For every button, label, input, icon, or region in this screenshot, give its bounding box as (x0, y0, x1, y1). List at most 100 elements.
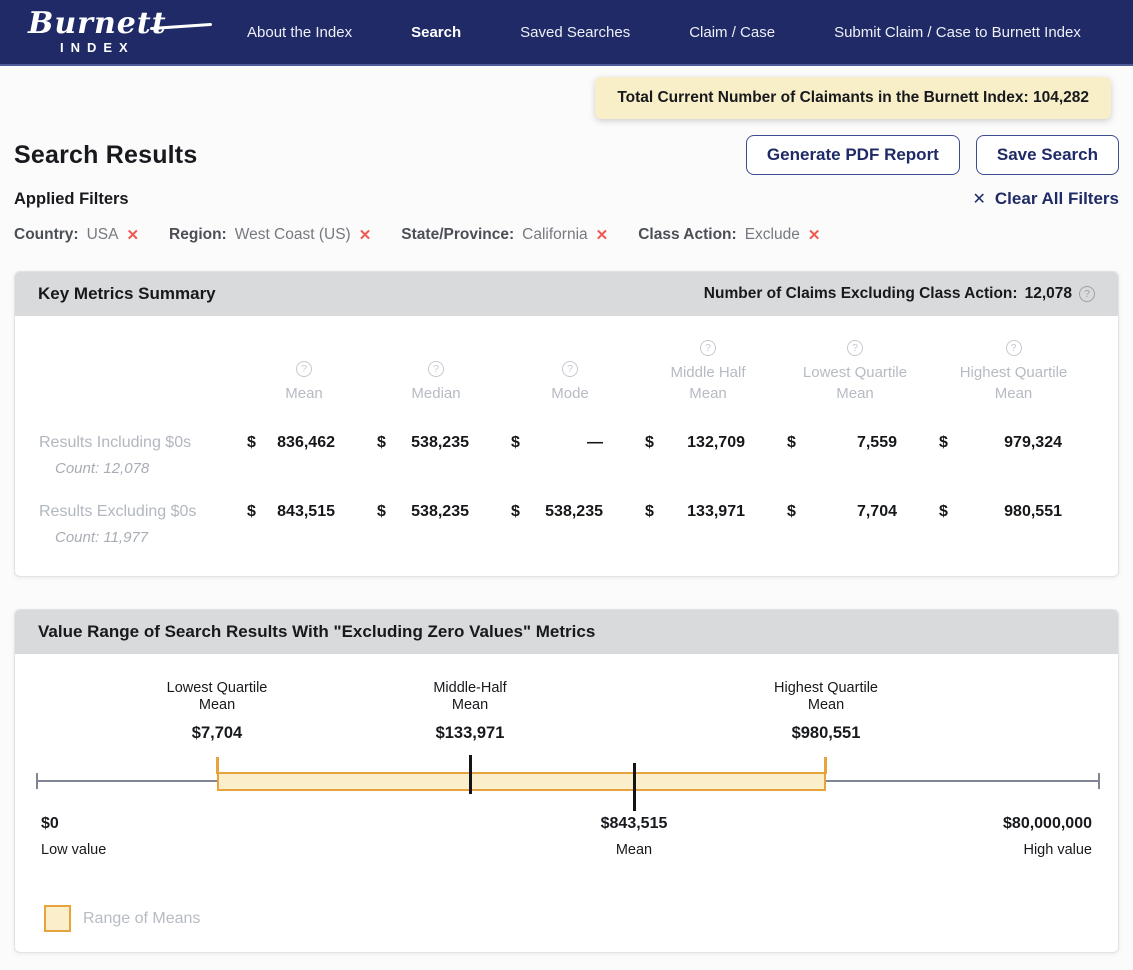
help-icon[interactable]: ? (847, 340, 863, 356)
low-value: $0 (41, 815, 106, 833)
save-search-button[interactable]: Save Search (976, 135, 1119, 175)
filter-label: Country: (14, 226, 79, 244)
filter-chip-region: Region: West Coast (US) ✕ (169, 226, 371, 244)
filter-value: USA (87, 226, 119, 244)
column-label: Middle Half Mean (652, 362, 764, 404)
filter-remove-icon[interactable]: ✕ (126, 226, 139, 244)
row-label-text: Results Including $0s (39, 434, 239, 452)
row-count-text: Count: 11,977 (55, 529, 239, 546)
mean-tick (633, 763, 636, 811)
clear-all-filters-button[interactable]: ✕ Clear All Filters (973, 189, 1120, 209)
range-of-means-box (217, 772, 826, 791)
filter-label: Class Action: (638, 226, 736, 244)
filter-chip-state: State/Province: California ✕ (401, 226, 608, 244)
marker-name: Highest Quartile Mean (774, 680, 878, 714)
row-label-excluding-zeros: Results Excluding $0s Count: 11,977 (39, 477, 239, 546)
nav-item-about[interactable]: About the Index (247, 24, 352, 41)
clear-all-label: Clear All Filters (995, 189, 1119, 209)
axis-end-cap-right (1098, 773, 1100, 789)
nav-item-submit-claim[interactable]: Submit Claim / Case to Burnett Index (834, 24, 1081, 41)
table-cell: $ 980,551 (931, 477, 1096, 546)
marker-name: Lowest Quartile Mean (167, 680, 268, 714)
legend-label: Range of Means (83, 910, 200, 928)
title-row: Search Results Generate PDF Report Save … (14, 135, 1119, 175)
claims-count-wrap: Number of Claims Excluding Class Action:… (704, 285, 1095, 303)
column-header-highest-quartile-mean: ? Highest Quartile Mean (931, 330, 1096, 408)
filters-head-row: Applied Filters ✕ Clear All Filters (14, 189, 1119, 209)
page-title: Search Results (14, 141, 197, 170)
axis-mean-label: $843,515 Mean (601, 815, 668, 858)
filter-remove-icon[interactable]: ✕ (596, 226, 609, 244)
range-chart: Lowest Quartile Mean $7,704 Middle-Half … (15, 654, 1118, 952)
cell-value: — (587, 434, 603, 452)
filter-remove-icon[interactable]: ✕ (808, 226, 821, 244)
low-caption: Low value (41, 842, 106, 858)
filter-chip-class-action: Class Action: Exclude ✕ (638, 226, 820, 244)
help-icon[interactable]: ? (428, 361, 444, 377)
cell-value: 836,462 (277, 434, 335, 452)
nav-item-claim-case[interactable]: Claim / Case (689, 24, 775, 41)
column-header-lowest-quartile-mean: ? Lowest Quartile Mean (779, 330, 931, 408)
mean-value: $843,515 (601, 815, 668, 833)
cell-value: 979,324 (1004, 434, 1062, 452)
filter-remove-icon[interactable]: ✕ (359, 226, 372, 244)
high-value: $80,000,000 (1003, 815, 1092, 833)
metrics-corner-cell (39, 330, 239, 408)
applied-filters-list: Country: USA ✕ Region: West Coast (US) ✕… (14, 226, 1119, 244)
cell-value: 980,551 (1004, 503, 1062, 521)
filter-label: State/Province: (401, 226, 514, 244)
help-icon[interactable]: ? (1079, 286, 1095, 302)
value-range-header: Value Range of Search Results With "Excl… (15, 610, 1118, 654)
brand-name: Burnett (28, 9, 190, 39)
cell-value: 843,515 (277, 503, 335, 521)
highest-quartile-tick (824, 757, 827, 774)
table-cell: $ 843,515 (239, 477, 369, 546)
cell-value: 132,709 (687, 434, 745, 452)
row-count-text: Count: 12,078 (55, 460, 239, 477)
filter-value: Exclude (745, 226, 800, 244)
column-header-middle-half-mean: ? Middle Half Mean (637, 330, 779, 408)
cell-value: 538,235 (411, 434, 469, 452)
cell-value: 133,971 (687, 503, 745, 521)
help-icon[interactable]: ? (700, 340, 716, 356)
cell-value: 538,235 (411, 503, 469, 521)
filter-value: West Coast (US) (235, 226, 351, 244)
currency-symbol: $ (377, 503, 386, 521)
filter-label: Region: (169, 226, 227, 244)
value-range-panel: Value Range of Search Results With "Excl… (14, 609, 1119, 953)
currency-symbol: $ (511, 503, 520, 521)
column-header-mean: ? Mean (239, 330, 369, 408)
filter-value: California (522, 226, 587, 244)
currency-symbol: $ (247, 434, 256, 452)
currency-symbol: $ (939, 503, 948, 521)
chart-legend: Range of Means (44, 905, 200, 932)
cell-value: 7,704 (857, 503, 897, 521)
claims-count-label: Number of Claims Excluding Class Action: (704, 285, 1018, 303)
table-cell: $ 538,235 (503, 477, 637, 546)
nav-item-search[interactable]: Search (411, 24, 461, 41)
brand-logo[interactable]: Burnett INDEX (28, 9, 190, 55)
table-cell: $ — (503, 408, 637, 477)
page-actions: Generate PDF Report Save Search (746, 135, 1119, 175)
marker-value: $980,551 (774, 724, 878, 743)
middle-half-mean-tick (469, 755, 472, 794)
marker-value: $133,971 (433, 724, 506, 743)
column-label: Lowest Quartile Mean (799, 362, 911, 404)
filter-chip-country: Country: USA ✕ (14, 226, 139, 244)
help-icon[interactable]: ? (562, 361, 578, 377)
row-label-text: Results Excluding $0s (39, 503, 239, 521)
claims-count-value: 12,078 (1025, 285, 1072, 303)
nav-item-saved-searches[interactable]: Saved Searches (520, 24, 630, 41)
range-of-means-swatch (44, 905, 71, 932)
column-label: Mode (551, 383, 589, 404)
generate-pdf-button[interactable]: Generate PDF Report (746, 135, 960, 175)
key-metrics-title: Key Metrics Summary (38, 284, 216, 304)
currency-symbol: $ (511, 434, 520, 452)
table-cell: $ 7,559 (779, 408, 931, 477)
help-icon[interactable]: ? (296, 361, 312, 377)
help-icon[interactable]: ? (1006, 340, 1022, 356)
metrics-table: ? Mean ? Median ? Mode ? Middle Half Mea… (15, 316, 1118, 576)
currency-symbol: $ (377, 434, 386, 452)
currency-symbol: $ (787, 503, 796, 521)
row-label-including-zeros: Results Including $0s Count: 12,078 (39, 408, 239, 477)
